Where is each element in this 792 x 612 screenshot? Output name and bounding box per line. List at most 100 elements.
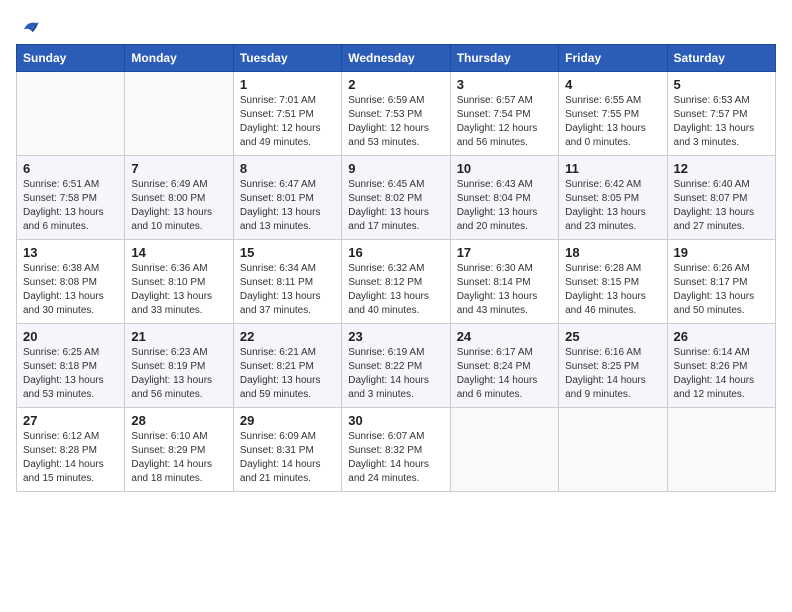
day-info: Sunrise: 6:57 AMSunset: 7:54 PMDaylight:… xyxy=(457,94,552,150)
week-row-5: 27 Sunrise: 6:12 AMSunset: 8:28 PMDayligh… xyxy=(17,408,776,492)
calendar-cell: 24 Sunrise: 6:17 AMSunset: 8:24 PMDayligh… xyxy=(450,324,558,408)
day-number: 30 xyxy=(348,413,443,428)
calendar-cell: 8 Sunrise: 6:47 AMSunset: 8:01 PMDaylight… xyxy=(233,156,341,240)
day-info: Sunrise: 6:55 AMSunset: 7:55 PMDaylight:… xyxy=(565,94,660,150)
calendar-cell: 10 Sunrise: 6:43 AMSunset: 8:04 PMDayligh… xyxy=(450,156,558,240)
calendar-cell: 7 Sunrise: 6:49 AMSunset: 8:00 PMDaylight… xyxy=(125,156,233,240)
day-number: 29 xyxy=(240,413,335,428)
day-number: 21 xyxy=(131,329,226,344)
day-info: Sunrise: 6:59 AMSunset: 7:53 PMDaylight:… xyxy=(348,94,443,150)
calendar-cell: 28 Sunrise: 6:10 AMSunset: 8:29 PMDayligh… xyxy=(125,408,233,492)
column-header-tuesday: Tuesday xyxy=(233,45,341,72)
calendar-cell: 30 Sunrise: 6:07 AMSunset: 8:32 PMDayligh… xyxy=(342,408,450,492)
day-info: Sunrise: 6:12 AMSunset: 8:28 PMDaylight:… xyxy=(23,430,118,486)
column-header-thursday: Thursday xyxy=(450,45,558,72)
week-row-2: 6 Sunrise: 6:51 AMSunset: 7:58 PMDaylight… xyxy=(17,156,776,240)
day-number: 16 xyxy=(348,245,443,260)
day-info: Sunrise: 6:21 AMSunset: 8:21 PMDaylight:… xyxy=(240,346,335,402)
column-header-wednesday: Wednesday xyxy=(342,45,450,72)
calendar-cell: 5Sunrise: 6:53 AMSunset: 7:57 PMDaylight… xyxy=(667,72,775,156)
day-number: 3 xyxy=(457,77,552,92)
calendar-cell: 21 Sunrise: 6:23 AMSunset: 8:19 PMDayligh… xyxy=(125,324,233,408)
day-info: Sunrise: 6:17 AMSunset: 8:24 PMDaylight:… xyxy=(457,346,552,402)
day-number: 9 xyxy=(348,161,443,176)
day-info: Sunrise: 6:42 AMSunset: 8:05 PMDaylight:… xyxy=(565,178,660,234)
calendar-cell xyxy=(125,72,233,156)
day-number: 18 xyxy=(565,245,660,260)
calendar-cell: 12Sunrise: 6:40 AMSunset: 8:07 PMDayligh… xyxy=(667,156,775,240)
page-header xyxy=(16,16,776,34)
day-info: Sunrise: 6:45 AMSunset: 8:02 PMDaylight:… xyxy=(348,178,443,234)
day-number: 22 xyxy=(240,329,335,344)
calendar-cell xyxy=(450,408,558,492)
column-header-friday: Friday xyxy=(559,45,667,72)
day-number: 1 xyxy=(240,77,335,92)
day-number: 26 xyxy=(674,329,769,344)
calendar-cell: 20 Sunrise: 6:25 AMSunset: 8:18 PMDayligh… xyxy=(17,324,125,408)
calendar-cell: 11 Sunrise: 6:42 AMSunset: 8:05 PMDayligh… xyxy=(559,156,667,240)
calendar-cell: 14 Sunrise: 6:36 AMSunset: 8:10 PMDayligh… xyxy=(125,240,233,324)
calendar-cell: 3 Sunrise: 6:57 AMSunset: 7:54 PMDaylight… xyxy=(450,72,558,156)
week-row-1: 1 Sunrise: 7:01 AMSunset: 7:51 PMDaylight… xyxy=(17,72,776,156)
day-info: Sunrise: 6:36 AMSunset: 8:10 PMDaylight:… xyxy=(131,262,226,318)
day-number: 6 xyxy=(23,161,118,176)
day-number: 20 xyxy=(23,329,118,344)
calendar-cell: 6 Sunrise: 6:51 AMSunset: 7:58 PMDaylight… xyxy=(17,156,125,240)
day-number: 19 xyxy=(674,245,769,260)
column-header-sunday: Sunday xyxy=(17,45,125,72)
calendar-cell: 23Sunrise: 6:19 AMSunset: 8:22 PMDayligh… xyxy=(342,324,450,408)
column-header-monday: Monday xyxy=(125,45,233,72)
day-info: Sunrise: 7:01 AMSunset: 7:51 PMDaylight:… xyxy=(240,94,335,150)
day-info: Sunrise: 6:51 AMSunset: 7:58 PMDaylight:… xyxy=(23,178,118,234)
day-info: Sunrise: 6:26 AMSunset: 8:17 PMDaylight:… xyxy=(674,262,769,318)
day-number: 23 xyxy=(348,329,443,344)
week-row-4: 20 Sunrise: 6:25 AMSunset: 8:18 PMDayligh… xyxy=(17,324,776,408)
calendar-table: SundayMondayTuesdayWednesdayThursdayFrid… xyxy=(16,44,776,492)
day-info: Sunrise: 6:28 AMSunset: 8:15 PMDaylight:… xyxy=(565,262,660,318)
calendar-cell: 19 Sunrise: 6:26 AMSunset: 8:17 PMDayligh… xyxy=(667,240,775,324)
calendar-cell xyxy=(17,72,125,156)
day-info: Sunrise: 6:16 AMSunset: 8:25 PMDaylight:… xyxy=(565,346,660,402)
day-info: Sunrise: 6:10 AMSunset: 8:29 PMDaylight:… xyxy=(131,430,226,486)
day-number: 13 xyxy=(23,245,118,260)
day-number: 14 xyxy=(131,245,226,260)
day-number: 28 xyxy=(131,413,226,428)
day-info: Sunrise: 6:34 AMSunset: 8:11 PMDaylight:… xyxy=(240,262,335,318)
day-info: Sunrise: 6:43 AMSunset: 8:04 PMDaylight:… xyxy=(457,178,552,234)
day-info: Sunrise: 6:07 AMSunset: 8:32 PMDaylight:… xyxy=(348,430,443,486)
day-info: Sunrise: 6:23 AMSunset: 8:19 PMDaylight:… xyxy=(131,346,226,402)
calendar-cell: 15 Sunrise: 6:34 AMSunset: 8:11 PMDayligh… xyxy=(233,240,341,324)
day-info: Sunrise: 6:09 AMSunset: 8:31 PMDaylight:… xyxy=(240,430,335,486)
day-number: 12 xyxy=(674,161,769,176)
calendar-cell: 1 Sunrise: 7:01 AMSunset: 7:51 PMDaylight… xyxy=(233,72,341,156)
calendar-cell: 4Sunrise: 6:55 AMSunset: 7:55 PMDaylight… xyxy=(559,72,667,156)
day-number: 27 xyxy=(23,413,118,428)
day-info: Sunrise: 6:49 AMSunset: 8:00 PMDaylight:… xyxy=(131,178,226,234)
calendar-cell: 29 Sunrise: 6:09 AMSunset: 8:31 PMDayligh… xyxy=(233,408,341,492)
logo-bird-icon xyxy=(18,16,40,38)
calendar-cell: 22 Sunrise: 6:21 AMSunset: 8:21 PMDayligh… xyxy=(233,324,341,408)
day-info: Sunrise: 6:32 AMSunset: 8:12 PMDaylight:… xyxy=(348,262,443,318)
day-number: 7 xyxy=(131,161,226,176)
day-number: 11 xyxy=(565,161,660,176)
day-number: 10 xyxy=(457,161,552,176)
day-info: Sunrise: 6:38 AMSunset: 8:08 PMDaylight:… xyxy=(23,262,118,318)
calendar-cell xyxy=(559,408,667,492)
calendar-cell: 2Sunrise: 6:59 AMSunset: 7:53 PMDaylight… xyxy=(342,72,450,156)
calendar-cell: 17Sunrise: 6:30 AMSunset: 8:14 PMDayligh… xyxy=(450,240,558,324)
day-info: Sunrise: 6:47 AMSunset: 8:01 PMDaylight:… xyxy=(240,178,335,234)
day-number: 17 xyxy=(457,245,552,260)
day-number: 8 xyxy=(240,161,335,176)
calendar-cell: 16 Sunrise: 6:32 AMSunset: 8:12 PMDayligh… xyxy=(342,240,450,324)
calendar-cell: 26Sunrise: 6:14 AMSunset: 8:26 PMDayligh… xyxy=(667,324,775,408)
calendar-cell: 18 Sunrise: 6:28 AMSunset: 8:15 PMDayligh… xyxy=(559,240,667,324)
calendar-cell xyxy=(667,408,775,492)
calendar-cell: 25Sunrise: 6:16 AMSunset: 8:25 PMDayligh… xyxy=(559,324,667,408)
calendar-cell: 9 Sunrise: 6:45 AMSunset: 8:02 PMDaylight… xyxy=(342,156,450,240)
calendar-header-row: SundayMondayTuesdayWednesdayThursdayFrid… xyxy=(17,45,776,72)
logo xyxy=(16,16,40,34)
day-number: 15 xyxy=(240,245,335,260)
day-number: 24 xyxy=(457,329,552,344)
day-info: Sunrise: 6:25 AMSunset: 8:18 PMDaylight:… xyxy=(23,346,118,402)
calendar-cell: 13 Sunrise: 6:38 AMSunset: 8:08 PMDayligh… xyxy=(17,240,125,324)
